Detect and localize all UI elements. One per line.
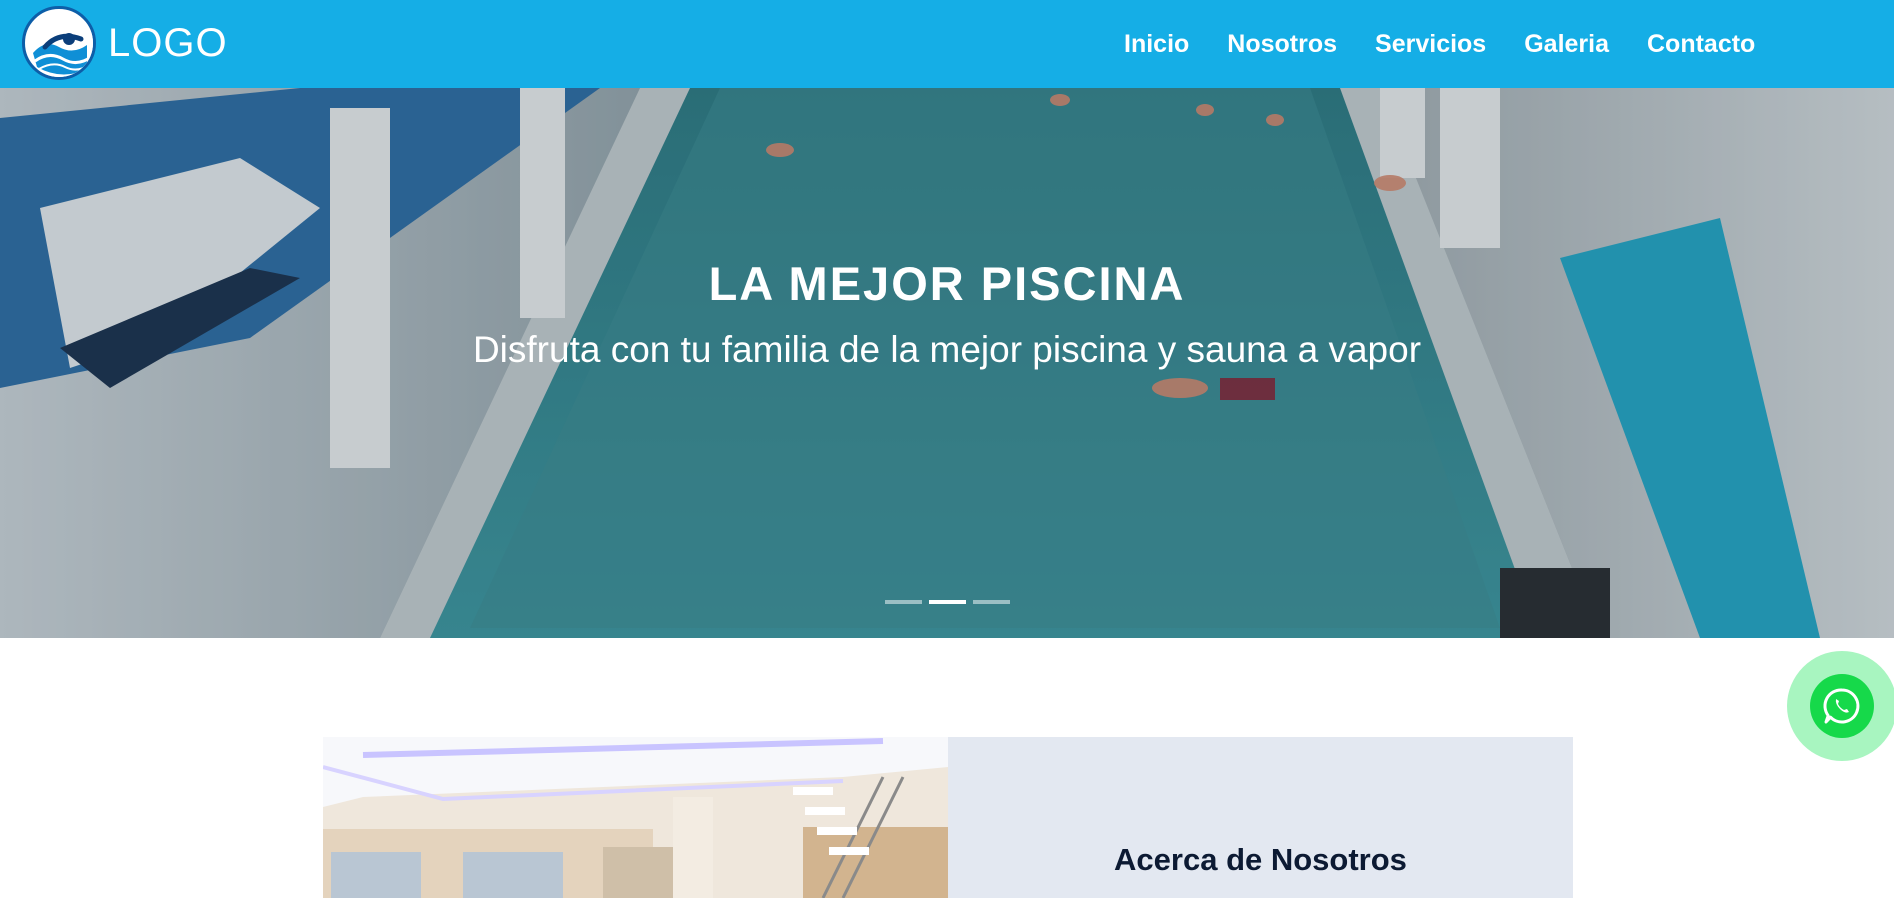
nav-item-contacto[interactable]: Contacto: [1647, 30, 1755, 59]
nav-item-galeria[interactable]: Galeria: [1524, 30, 1609, 59]
nav-item-inicio[interactable]: Inicio: [1124, 30, 1189, 59]
about-panel: Acerca de Nosotros: [948, 737, 1573, 898]
about-heading: Acerca de Nosotros: [1114, 842, 1407, 877]
navbar: LOGO Inicio Nosotros Servicios Galeria C…: [0, 0, 1894, 88]
nav-item-servicios[interactable]: Servicios: [1375, 30, 1486, 59]
about-image: [323, 737, 948, 898]
whatsapp-icon: [1823, 688, 1860, 724]
brand[interactable]: LOGO: [22, 6, 228, 80]
hero-carousel[interactable]: LA MEJOR PISCINA Disfruta con tu familia…: [0, 88, 1894, 638]
carousel-indicators: [0, 600, 1894, 604]
about-section: Acerca de Nosotros: [323, 737, 1573, 898]
logo-text: LOGO: [108, 20, 228, 65]
carousel-indicator-1[interactable]: [884, 600, 922, 604]
swimmer-wave-icon: [22, 6, 96, 80]
hero-subtitle: Disfruta con tu familia de la mejor pisc…: [472, 329, 1422, 370]
main-nav: Inicio Nosotros Servicios Galeria Contac…: [1124, 0, 1793, 88]
carousel-indicator-3[interactable]: [972, 600, 1010, 604]
nav-item-nosotros[interactable]: Nosotros: [1227, 30, 1337, 59]
whatsapp-button[interactable]: [1810, 674, 1874, 738]
carousel-indicator-2[interactable]: [928, 600, 966, 604]
hero-title: LA MEJOR PISCINA: [708, 257, 1186, 310]
